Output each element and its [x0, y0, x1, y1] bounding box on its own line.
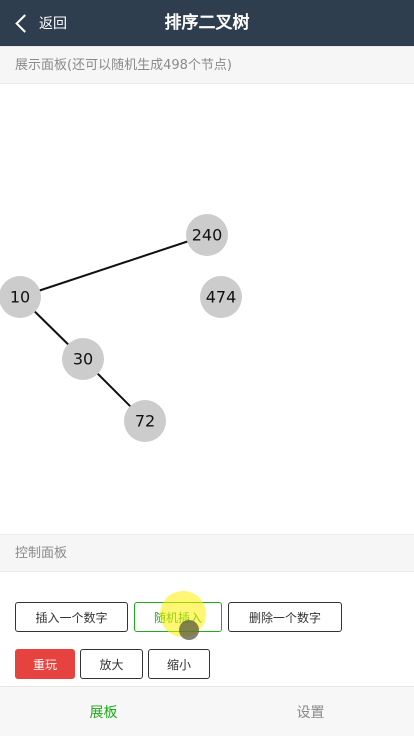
tab-bar: 展板 设置: [0, 686, 414, 736]
back-label: 返回: [39, 16, 67, 32]
tree-node-label: 474: [206, 288, 237, 307]
tree-edges: [19, 234, 208, 422]
tree-node-label: 240: [192, 226, 223, 245]
nav-bar: 返回 排序二叉树: [0, 0, 414, 46]
tree-board[interactable]: 240 10 474 30 72: [0, 84, 414, 534]
chevron-left-icon: [15, 13, 34, 33]
tab-board[interactable]: 展板: [0, 687, 207, 736]
tree-node-label: 30: [73, 350, 93, 369]
random-insert-button[interactable]: 随机插入: [134, 602, 222, 632]
insert-number-button[interactable]: 插入一个数字: [15, 602, 128, 632]
tree-node[interactable]: 72: [124, 400, 166, 442]
tree-node[interactable]: 474: [200, 276, 242, 318]
zoom-out-button[interactable]: 缩小: [148, 649, 210, 679]
replay-button[interactable]: 重玩: [15, 649, 75, 679]
tree-node[interactable]: 240: [186, 214, 228, 256]
tree-node[interactable]: 10: [0, 276, 41, 318]
display-panel-header: 展示面板(还可以随机生成498个节点): [0, 46, 414, 84]
tree-canvas[interactable]: 240 10 474 30 72: [0, 84, 414, 534]
back-button[interactable]: 返回: [12, 0, 67, 46]
control-panel: 插入一个数字 随机插入 删除一个数字 重玩 放大 缩小: [0, 572, 414, 686]
tree-node-label: 72: [135, 412, 155, 431]
tree-node[interactable]: 30: [62, 338, 104, 380]
zoom-in-button[interactable]: 放大: [80, 649, 143, 679]
delete-number-button[interactable]: 删除一个数字: [228, 602, 342, 632]
tree-edge: [19, 234, 208, 298]
tree-node-label: 10: [10, 288, 30, 307]
tab-settings[interactable]: 设置: [207, 687, 414, 736]
control-panel-header: 控制面板: [0, 534, 414, 572]
